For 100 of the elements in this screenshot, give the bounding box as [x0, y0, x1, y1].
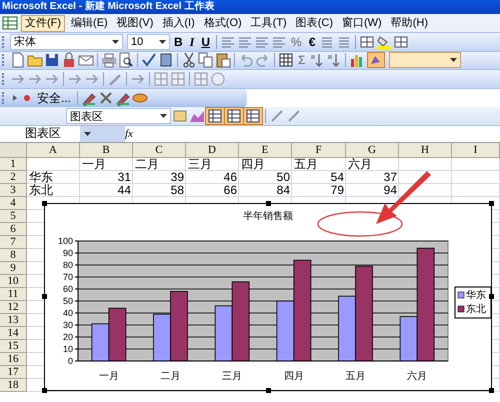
menu-item[interactable]: 格式(O) — [200, 16, 245, 30]
column-header[interactable]: C — [133, 142, 186, 158]
sort-icon[interactable] — [326, 52, 342, 68]
row-header[interactable]: 5 — [0, 210, 27, 223]
size-dropdown[interactable]: 10 — [127, 34, 170, 50]
tools-icon[interactable] — [98, 90, 114, 106]
paint-bucket-icon[interactable] — [376, 34, 392, 49]
menu-item[interactable]: 视图(V) — [114, 16, 156, 30]
copy-icon[interactable] — [198, 52, 214, 68]
row-header[interactable]: 4 — [0, 196, 27, 210]
zoom-field[interactable] — [389, 52, 462, 68]
scissors-icon[interactable] — [181, 52, 197, 68]
table-cell[interactable]: 华东 — [27, 170, 80, 184]
row-header[interactable]: 3 — [0, 184, 27, 197]
sort-icon[interactable] — [309, 52, 326, 68]
bar[interactable] — [91, 323, 110, 362]
bar[interactable] — [416, 248, 435, 362]
spreadsheet-icon[interactable] — [2, 16, 18, 30]
column-header[interactable]: A — [27, 142, 80, 158]
table-cell[interactable]: 37 — [346, 170, 399, 184]
row-header[interactable]: 8 — [0, 248, 27, 262]
resize-handle[interactable] — [489, 200, 494, 206]
security-button[interactable]: 安全... — [34, 90, 74, 106]
table-cell[interactable]: 二月 — [133, 158, 186, 171]
row-header[interactable]: 7 — [0, 236, 27, 249]
menu-item[interactable]: 窗口(W) — [339, 16, 385, 30]
resize-handle[interactable] — [42, 200, 47, 206]
italic-button[interactable]: I — [186, 34, 198, 50]
row-header[interactable]: 15 — [0, 340, 27, 353]
sum-button[interactable]: Σ — [295, 52, 308, 68]
underline-button[interactable]: U — [198, 34, 214, 50]
row-header[interactable]: 6 — [0, 222, 27, 236]
grid-icon[interactable] — [359, 34, 376, 49]
table-cell[interactable]: 84 — [239, 184, 292, 197]
bold-button[interactable]: B — [171, 34, 186, 50]
resize-handle[interactable] — [489, 388, 494, 393]
table-icon[interactable] — [225, 108, 243, 124]
document-icon[interactable] — [10, 52, 26, 68]
row-header[interactable]: 16 — [0, 352, 27, 366]
chart-area[interactable]: 半年销售额 0 10 20 30 40 50 60 70 80 90 100 一月 二月 三月 四月 五月 六月 华东 东北 — [44, 202, 492, 391]
table-cell[interactable]: 44 — [80, 184, 133, 197]
drawing-tools-icon[interactable] — [367, 52, 386, 68]
row-header[interactable]: 13 — [0, 314, 27, 327]
row-header[interactable]: 1 — [0, 158, 27, 171]
resize-handle[interactable] — [266, 388, 271, 393]
percent-button[interactable]: % — [288, 34, 305, 50]
bar[interactable] — [276, 300, 294, 362]
table-cell[interactable]: 66 — [186, 184, 239, 197]
align-icon[interactable] — [220, 34, 236, 49]
row-header[interactable]: 17 — [0, 366, 27, 379]
table-cell[interactable]: 79 — [292, 184, 346, 197]
grid-icon[interactable] — [393, 34, 410, 49]
menu-item[interactable]: 编辑(E) — [68, 16, 111, 30]
align-icon[interactable] — [237, 34, 254, 49]
table-cell[interactable]: 94 — [346, 184, 399, 197]
bar[interactable] — [108, 308, 126, 362]
table-cell[interactable]: 39 — [133, 170, 186, 184]
column-header[interactable]: D — [186, 142, 239, 158]
resize-handle[interactable] — [489, 294, 494, 299]
row-header[interactable]: 14 — [0, 326, 27, 340]
bar[interactable] — [338, 296, 356, 362]
check-mark-icon[interactable] — [141, 52, 157, 68]
lock-icon[interactable] — [61, 52, 77, 68]
bar[interactable] — [153, 314, 171, 362]
row-header[interactable]: 11 — [0, 288, 27, 301]
resize-handle[interactable] — [266, 200, 271, 206]
name-box[interactable]: 图表区 — [0, 125, 80, 142]
resize-handle[interactable] — [42, 294, 47, 299]
bar[interactable] — [232, 281, 250, 362]
menu-item[interactable]: 文件(F) — [21, 14, 66, 32]
table-cell[interactable]: 46 — [186, 170, 239, 184]
table-cell[interactable]: 五月 — [292, 158, 346, 171]
resize-handle[interactable] — [42, 388, 47, 393]
printer-icon[interactable] — [101, 52, 117, 68]
column-header[interactable]: B — [80, 142, 133, 158]
table-cell[interactable]: 50 — [239, 170, 292, 184]
font-dropdown[interactable]: 宋体 — [10, 34, 123, 50]
column-header[interactable]: F — [292, 142, 346, 158]
menu-item[interactable]: 工具(T) — [248, 16, 290, 30]
table-cell[interactable]: 58 — [133, 184, 186, 197]
table-cell[interactable]: 三月 — [186, 158, 239, 171]
table-icon[interactable] — [206, 108, 224, 124]
bar[interactable] — [293, 260, 312, 362]
euro-button[interactable]: € — [306, 34, 318, 50]
menu-item[interactable]: 帮助(H) — [388, 16, 431, 30]
chart-object-dropdown[interactable]: 图表区 — [66, 108, 171, 124]
row-header[interactable]: 9 — [0, 262, 27, 275]
magnifier-icon[interactable] — [118, 52, 134, 68]
table-cell[interactable]: 四月 — [239, 158, 292, 171]
row-header[interactable]: 18 — [0, 378, 27, 392]
table-cell[interactable]: 东北 — [27, 184, 80, 197]
row-header[interactable]: 10 — [0, 274, 27, 288]
menu-item[interactable]: 图表(C) — [292, 16, 336, 30]
bar[interactable] — [214, 305, 233, 362]
table-icon[interactable] — [244, 108, 262, 124]
table-cell[interactable]: 31 — [80, 170, 133, 184]
bar[interactable] — [400, 316, 418, 362]
column-header[interactable]: H — [399, 142, 452, 158]
align-icon[interactable] — [254, 34, 270, 49]
table-cell[interactable]: 六月 — [346, 158, 399, 171]
